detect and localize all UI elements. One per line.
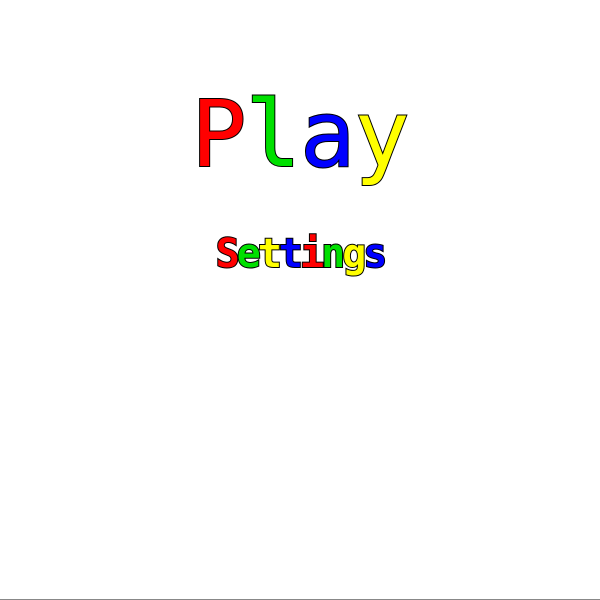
play-button[interactable]: Play	[0, 80, 600, 190]
menu-letter: y	[353, 80, 410, 189]
menu-letter: t	[257, 230, 283, 278]
menu-letter: g	[341, 230, 367, 278]
menu-letter: l	[245, 80, 302, 189]
main-menu-screen: Play Settings	[0, 0, 600, 600]
menu-letter: S	[215, 230, 241, 278]
menu-letter: e	[236, 230, 262, 278]
menu-letter: s	[362, 230, 388, 278]
menu-letter: i	[299, 230, 325, 278]
menu-letter: n	[320, 230, 346, 278]
menu-letter: t	[278, 230, 304, 278]
settings-button[interactable]: Settings	[0, 226, 600, 282]
menu-letter: a	[299, 80, 356, 189]
menu-letter: P	[190, 80, 247, 189]
